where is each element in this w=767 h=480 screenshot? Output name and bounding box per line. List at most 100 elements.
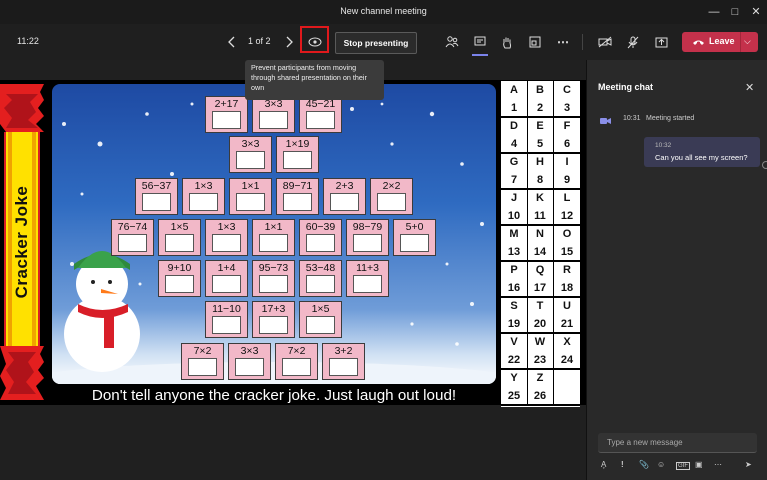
puzzle-tile: 7×2 — [181, 343, 224, 380]
answer-box — [118, 234, 147, 252]
puzzle-tile: 1×19 — [276, 136, 319, 173]
minimize-icon[interactable]: — — [706, 4, 722, 20]
puzzle-question: 2+3 — [335, 180, 354, 192]
puzzle-question: 3+2 — [334, 345, 353, 357]
leave-divider — [740, 32, 741, 52]
puzzle-tile: 53−48 — [299, 260, 342, 297]
key-cell: J — [510, 192, 518, 204]
puzzle-question: 95−73 — [258, 262, 289, 274]
puzzle-question: 53−48 — [305, 262, 336, 274]
key-cell: T — [536, 300, 544, 312]
participants-button[interactable] — [444, 32, 460, 52]
answer-box — [353, 275, 382, 293]
puzzle-question: 1×3 — [194, 180, 213, 192]
key-cell: 4 — [510, 138, 518, 150]
answer-box — [283, 193, 312, 211]
key-row-divider — [501, 404, 580, 406]
maximize-icon[interactable]: □ — [727, 4, 743, 20]
highlight-box — [300, 26, 329, 53]
puzzle-question: 98−79 — [352, 221, 383, 233]
chevron-left-icon — [228, 36, 235, 48]
leave-button[interactable]: Leave ⌵ — [682, 32, 758, 52]
key-cell: Y — [510, 372, 518, 384]
answer-box — [400, 234, 429, 252]
rooms-icon — [529, 36, 541, 48]
answer-box — [212, 234, 241, 252]
chat-icon — [474, 36, 486, 46]
answer-box — [259, 234, 288, 252]
key-cell: F — [563, 120, 571, 132]
puzzle-question: 1×19 — [285, 138, 310, 150]
puzzle-tile: 2+3 — [323, 178, 366, 215]
leave-label: Leave — [709, 36, 735, 46]
private-view-tooltip: Prevent participants from moving through… — [245, 60, 384, 100]
camera-off-button[interactable] — [597, 32, 613, 52]
answer-box — [330, 193, 359, 211]
key-cell: I — [565, 156, 569, 168]
slide-page-count: 1 of 2 — [248, 36, 271, 46]
chat-message-time: 10:32 — [655, 142, 672, 149]
key-cell: 1 — [510, 102, 518, 114]
answer-box — [236, 193, 265, 211]
next-slide-button[interactable] — [283, 32, 295, 52]
key-cell: Z — [536, 372, 544, 384]
key-cell: 17 — [533, 282, 547, 294]
breakout-rooms-button[interactable] — [527, 32, 543, 52]
key-cell: 25 — [507, 390, 521, 402]
emoji-icon[interactable]: ☺ — [657, 460, 665, 469]
puzzle-tile: 95−73 — [252, 260, 295, 297]
puzzle-tile: 3×3 — [252, 96, 295, 133]
answer-box — [329, 358, 358, 376]
puzzle-tile: 11+3 — [346, 260, 389, 297]
answer-box — [212, 316, 241, 334]
puzzle-question: 1×5 — [170, 221, 189, 233]
send-icon[interactable]: ➤ — [745, 460, 752, 469]
gif-icon[interactable]: GIF — [676, 462, 690, 470]
previous-slide-button[interactable] — [226, 32, 238, 52]
more-actions-icon[interactable]: ⋯ — [555, 32, 571, 52]
attach-icon[interactable]: 📎 — [639, 460, 649, 469]
key-cell: 22 — [507, 354, 521, 366]
answer-box — [212, 111, 241, 129]
puzzle-tile: 45−21 — [299, 96, 342, 133]
key-cell: 6 — [563, 138, 571, 150]
key-cell: O — [562, 228, 572, 240]
puzzle-question: 1×5 — [311, 303, 330, 315]
system-message-text: Meeting started — [646, 115, 695, 122]
share-icon — [655, 37, 667, 48]
key-cell: 5 — [536, 138, 544, 150]
key-cell: Q — [535, 264, 545, 276]
chat-button[interactable] — [472, 32, 488, 52]
key-cell: 19 — [507, 318, 521, 330]
slide-caption: Don't tell anyone the cracker joke. Just… — [91, 387, 457, 404]
chat-message-text: Can you all see my screen? — [655, 153, 748, 162]
message-status-icon — [762, 161, 767, 169]
chat-active-indicator — [472, 54, 488, 56]
sticker-icon[interactable]: ▣ — [695, 460, 703, 469]
chevron-down-icon[interactable]: ⌵ — [744, 36, 751, 47]
puzzle-tile: 9+10 — [158, 260, 201, 297]
compose-message-input[interactable]: Type a new message — [598, 433, 757, 453]
puzzle-tile: 89−71 — [276, 178, 319, 215]
priority-icon[interactable]: ! — [621, 460, 624, 469]
close-icon[interactable]: ✕ — [748, 4, 764, 20]
close-chat-icon[interactable]: ✕ — [745, 81, 754, 94]
raise-hand-button[interactable] — [499, 32, 515, 52]
key-column-divider — [553, 81, 554, 405]
key-cell: 23 — [533, 354, 547, 366]
puzzle-tile: 17+3 — [252, 301, 295, 338]
letter-number-key-table: A B C 1 2 3 D E F 4 5 6 G H I 7 8 9 J K L 10 11 12 M N O 13 14 15 P Q R 1… — [501, 81, 580, 407]
format-icon[interactable]: Ḁ — [601, 460, 606, 469]
key-cell: 11 — [534, 210, 546, 222]
key-cell: 9 — [563, 174, 571, 186]
key-cell: V — [510, 336, 518, 348]
puzzle-question: 9+10 — [167, 262, 192, 274]
key-cell: 13 — [507, 246, 521, 258]
puzzle-tile: 60−39 — [299, 219, 342, 256]
key-cell: 26 — [533, 390, 547, 402]
stop-presenting-button[interactable]: Stop presenting — [335, 32, 417, 54]
share-content-button[interactable] — [653, 32, 669, 52]
puzzle-question: 1×1 — [241, 180, 260, 192]
mic-off-button[interactable] — [625, 32, 641, 52]
more-options-icon[interactable]: ⋯ — [714, 460, 722, 469]
